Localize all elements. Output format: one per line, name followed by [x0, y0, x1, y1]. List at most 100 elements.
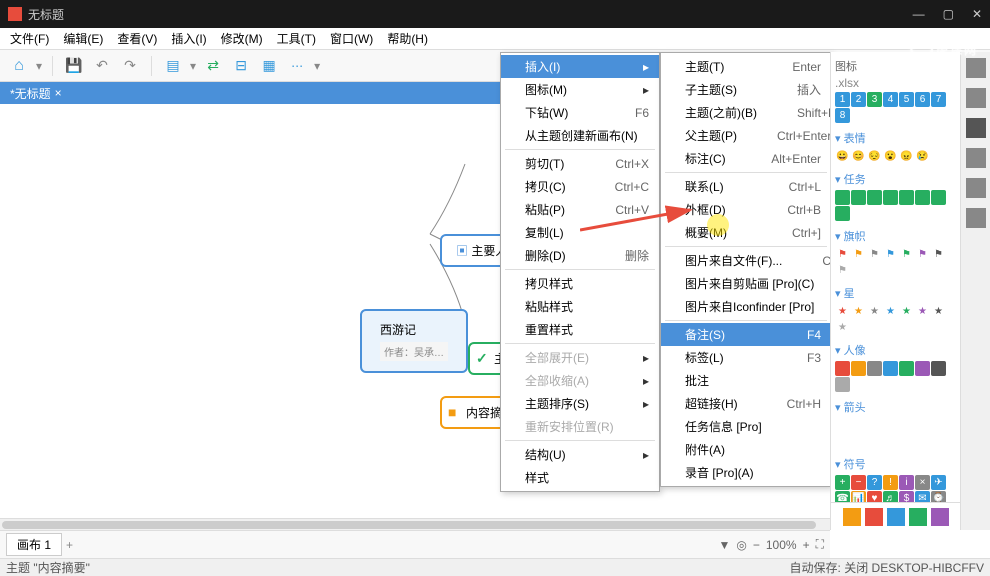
menu-item[interactable]: 任务信息 [Pro] — [661, 415, 831, 438]
menu-item[interactable]: 剪切(T)Ctrl+X — [501, 152, 659, 175]
menu-item[interactable]: 下钻(W)F6 — [501, 101, 659, 124]
arrow-icon[interactable]: → — [883, 418, 898, 433]
menu-view[interactable]: 查看(V) — [111, 28, 163, 49]
menu-item[interactable]: 标签(L)F3 — [661, 346, 831, 369]
sidebar-icon[interactable] — [966, 208, 986, 228]
flag-icon[interactable]: ⚑ — [835, 263, 850, 278]
star-icon[interactable]: ★ — [851, 304, 866, 319]
flag-icon[interactable]: ⚑ — [931, 247, 946, 262]
sym-icon[interactable]: ✈ — [931, 475, 946, 490]
menu-item[interactable]: 标注(C)Alt+Enter — [661, 147, 831, 170]
menu-tools[interactable]: 工具(T) — [271, 28, 322, 49]
menu-edit[interactable]: 编辑(E) — [57, 28, 109, 49]
filter-icon[interactable]: ▼ — [718, 538, 730, 552]
refresh-icon[interactable]: ↻ — [851, 434, 866, 449]
menu-item[interactable]: 从主题创建新画布(N)Ctrl+Alt+T — [501, 124, 659, 147]
flag-icon[interactable]: ⚑ — [899, 247, 914, 262]
sidebar-icon[interactable] — [966, 118, 986, 138]
person-icon[interactable] — [835, 377, 850, 392]
face-icon[interactable]: 😢 — [915, 149, 930, 164]
zoom-out-button[interactable]: − — [753, 538, 760, 552]
sym-icon[interactable]: ! — [883, 475, 898, 490]
home-button[interactable]: ⌂ — [8, 55, 30, 77]
menu-item[interactable]: 粘贴(P)Ctrl+V — [501, 198, 659, 221]
mini-icon[interactable] — [843, 508, 861, 526]
flag-icon[interactable]: ⚑ — [867, 247, 882, 262]
pie-icon[interactable] — [899, 190, 914, 205]
num-1-icon[interactable]: 1 — [835, 92, 850, 107]
num-3-icon[interactable]: 3 — [867, 92, 882, 107]
star-icon[interactable]: ★ — [835, 320, 850, 335]
menu-item[interactable]: 备注(S)F4 — [661, 323, 831, 346]
num-8-icon[interactable]: 8 — [835, 108, 850, 123]
close-icon[interactable]: × — [55, 86, 62, 100]
mini-icon[interactable] — [931, 508, 949, 526]
arrow-icon[interactable]: ↗ — [915, 418, 930, 433]
person-icon[interactable] — [867, 361, 882, 376]
star-icon[interactable]: ★ — [883, 304, 898, 319]
pie-icon[interactable] — [835, 190, 850, 205]
save-button[interactable]: 💾 — [63, 55, 85, 77]
menu-modify[interactable]: 修改(M) — [215, 28, 269, 49]
menu-item[interactable]: 图片来自Iconfinder [Pro] — [661, 295, 831, 318]
menu-item[interactable]: 录音 [Pro](A) — [661, 461, 831, 484]
person-icon[interactable] — [883, 361, 898, 376]
arrow-icon[interactable]: ↓ — [851, 418, 866, 433]
tool-button-3[interactable]: ⊟ — [230, 55, 252, 77]
dropdown-icon[interactable]: ▾ — [36, 59, 42, 73]
pie-icon[interactable] — [883, 190, 898, 205]
num-4-icon[interactable]: 4 — [883, 92, 898, 107]
add-sheet-button[interactable]: + — [66, 538, 73, 552]
mini-icon[interactable] — [887, 508, 905, 526]
menu-item[interactable]: 结构(U)▸ — [501, 443, 659, 466]
menu-item[interactable]: 主题(之前)(B)Shift+Enter — [661, 101, 831, 124]
menu-item[interactable]: 拷贝样式 — [501, 272, 659, 295]
face-icon[interactable]: 😀 — [835, 149, 850, 164]
pie-icon[interactable] — [851, 190, 866, 205]
redo-button[interactable]: ↷ — [119, 55, 141, 77]
menu-item[interactable]: 插入(I)▸ — [501, 55, 659, 78]
sym-icon[interactable]: − — [851, 475, 866, 490]
menu-item[interactable]: 粘贴样式 — [501, 295, 659, 318]
menu-file[interactable]: 文件(F) — [4, 28, 55, 49]
menu-item[interactable]: 概要(M)Ctrl+] — [661, 221, 831, 244]
section-flags[interactable]: 旗帜 — [835, 225, 956, 245]
section-tasks[interactable]: 任务 — [835, 168, 956, 188]
sidebar-icon[interactable] — [966, 88, 986, 108]
menu-item[interactable]: 图片来自剪贴画 [Pro](C) — [661, 272, 831, 295]
person-icon[interactable] — [931, 361, 946, 376]
more-button[interactable]: ⋯ — [286, 55, 308, 77]
sym-icon[interactable]: ? — [867, 475, 882, 490]
menu-item[interactable]: 重置样式 — [501, 318, 659, 341]
sheet-tab[interactable]: 画布 1 — [6, 533, 62, 556]
dropdown-icon[interactable]: ▾ — [190, 59, 196, 73]
section-people[interactable]: 人像 — [835, 339, 956, 359]
menu-insert[interactable]: 插入(I) — [165, 28, 212, 49]
tool-button-1[interactable]: ▤ — [162, 55, 184, 77]
fullscreen-icon[interactable]: ⛶ — [816, 537, 824, 552]
sidebar-icon[interactable] — [966, 58, 986, 78]
menu-item[interactable]: 外框(D)Ctrl+B — [661, 198, 831, 221]
pie-icon[interactable] — [915, 190, 930, 205]
person-icon[interactable] — [851, 361, 866, 376]
star-icon[interactable]: ★ — [915, 304, 930, 319]
pie-icon[interactable] — [867, 190, 882, 205]
pie-icon[interactable] — [931, 190, 946, 205]
person-icon[interactable] — [915, 361, 930, 376]
star-icon[interactable]: ★ — [899, 304, 914, 319]
arrow-icon[interactable]: ↘ — [931, 418, 946, 433]
minimize-button[interactable]: — — [913, 7, 925, 21]
flag-icon[interactable]: ⚑ — [835, 247, 850, 262]
menu-item[interactable]: 样式 — [501, 466, 659, 489]
close-button[interactable]: ✕ — [972, 7, 982, 21]
flag-icon[interactable]: ⚑ — [851, 247, 866, 262]
section-symbols[interactable]: 符号 — [835, 453, 956, 473]
face-icon[interactable]: 😮 — [883, 149, 898, 164]
sym-icon[interactable]: × — [915, 475, 930, 490]
pie-icon[interactable] — [835, 206, 850, 221]
menu-item[interactable]: 附件(A) — [661, 438, 831, 461]
arrow-icon[interactable]: ↙ — [835, 434, 850, 449]
star-icon[interactable]: ★ — [867, 304, 882, 319]
num-2-icon[interactable]: 2 — [851, 92, 866, 107]
target-icon[interactable]: ◎ — [736, 538, 746, 552]
